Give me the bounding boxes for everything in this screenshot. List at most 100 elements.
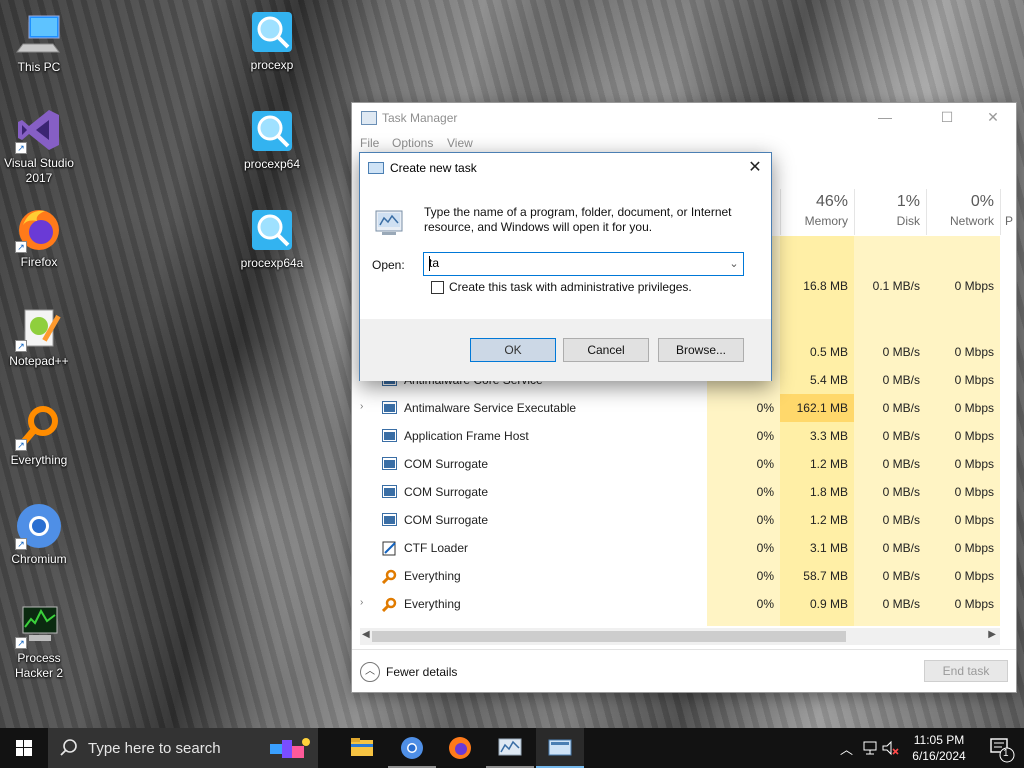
- desktop-icon-visual-studio[interactable]: ↗ Visual Studio 2017: [0, 106, 78, 186]
- window-title: Task Manager: [382, 111, 458, 125]
- ctf-loader-icon: [382, 541, 397, 556]
- shortcut-arrow-icon: ↗: [15, 637, 27, 649]
- cancel-button[interactable]: Cancel: [563, 338, 649, 362]
- clock-date: 6/16/2024: [912, 749, 966, 763]
- desktop-icon-notepadpp[interactable]: ↗ Notepad++: [0, 304, 78, 369]
- action-center-button[interactable]: 1: [980, 728, 1020, 768]
- chevron-up-icon[interactable]: ︿: [360, 662, 380, 682]
- volume-muted-icon[interactable]: [882, 740, 900, 756]
- chromium-icon: ↗: [15, 502, 63, 550]
- everything-icon: [381, 569, 397, 585]
- service-icon: [382, 401, 397, 414]
- minimize-button[interactable]: —: [862, 103, 908, 133]
- shortcut-arrow-icon: ↗: [15, 241, 27, 253]
- desktop-icon-label: procexp64a: [240, 256, 304, 270]
- table-row[interactable]: COM Surrogate 0% 1.8 MB 0 MB/s 0 Mbps: [360, 478, 996, 506]
- file-explorer-icon: [351, 738, 373, 756]
- column-header-power[interactable]: P: [1000, 189, 1016, 235]
- chromium-icon: [401, 737, 423, 759]
- table-row[interactable]: Everything 0% 58.7 MB 0 MB/s 0 Mbps: [360, 562, 996, 590]
- procexp-icon: [248, 8, 296, 56]
- table-row[interactable]: Application Frame Host 0% 3.3 MB 0 MB/s …: [360, 422, 996, 450]
- chevron-down-icon[interactable]: ⌄: [726, 255, 742, 273]
- column-header-disk[interactable]: 1% Disk: [854, 189, 926, 235]
- firefox-icon: [449, 737, 471, 759]
- desktop-icon-this-pc[interactable]: This PC: [0, 10, 78, 75]
- close-icon[interactable]: ✕: [739, 153, 771, 183]
- table-row[interactable]: COM Surrogate 0% 1.2 MB 0 MB/s 0 Mbps: [360, 450, 996, 478]
- shortcut-arrow-icon: ↗: [15, 439, 27, 451]
- table-row[interactable]: › Antimalware Service Executable 0% 162.…: [360, 394, 996, 422]
- taskbar-file-explorer[interactable]: [338, 728, 386, 768]
- start-button[interactable]: [0, 728, 48, 768]
- taskbar-task-manager[interactable]: [486, 728, 534, 768]
- fewer-details-link[interactable]: Fewer details: [386, 665, 457, 679]
- maximize-button[interactable]: ☐: [924, 103, 970, 133]
- taskbar-chromium[interactable]: [388, 728, 436, 768]
- admin-privileges-checkbox[interactable]: [431, 281, 444, 294]
- taskbar-search-box[interactable]: Type here to search: [48, 728, 318, 768]
- network-icon[interactable]: [862, 740, 878, 756]
- menu-view[interactable]: View: [447, 136, 473, 150]
- desktop-icon-procexp64a[interactable]: procexp64a: [233, 206, 311, 271]
- table-row[interactable]: COM Surrogate 0% 1.2 MB 0 MB/s 0 Mbps: [360, 506, 996, 534]
- desktop-icon-label: Visual Studio 2017: [4, 156, 74, 185]
- firefox-icon: ↗: [15, 205, 63, 253]
- chevron-right-icon[interactable]: ›: [360, 401, 370, 412]
- desktop-icon-label: This PC: [17, 60, 61, 74]
- column-header-network[interactable]: 0% Network: [926, 189, 1000, 235]
- menu-file[interactable]: File: [360, 136, 379, 150]
- column-header-memory[interactable]: 46% Memory: [780, 189, 854, 235]
- title-bar[interactable]: Task Manager — ☐ ✕: [352, 103, 1016, 133]
- open-combobox-input[interactable]: ta: [423, 252, 744, 276]
- ok-button[interactable]: OK: [470, 338, 556, 362]
- service-icon: [382, 429, 397, 442]
- scroll-left-icon[interactable]: ◀: [362, 629, 370, 640]
- desktop-icon-label: Notepad++: [9, 354, 69, 368]
- chevron-up-icon[interactable]: ︿: [840, 739, 853, 758]
- dialog-description: Type the name of a program, folder, docu…: [424, 205, 732, 234]
- chevron-right-icon[interactable]: ›: [360, 597, 370, 608]
- desktop-icon-firefox[interactable]: ↗ Firefox: [0, 205, 78, 270]
- admin-privileges-label[interactable]: Create this task with administrative pri…: [449, 280, 692, 294]
- desktop-icon-label: Firefox: [20, 255, 58, 269]
- taskbar-clock[interactable]: 11:05 PM 6/16/2024: [904, 732, 974, 764]
- task-manager-footer: ︿ Fewer details End task: [352, 649, 1016, 693]
- desktop-icon-procexp[interactable]: procexp: [233, 8, 311, 73]
- open-label: Open:: [372, 258, 405, 272]
- search-icon: [60, 739, 77, 756]
- taskbar: Type here to search ︿ 11:05 PM 6/16/2024…: [0, 728, 1024, 768]
- dialog-button-area: OK Cancel Browse...: [360, 319, 771, 381]
- run-icon: [368, 162, 384, 174]
- desktop-icon-process-hacker[interactable]: ↗ Process Hacker 2: [0, 601, 78, 681]
- desktop-icon-everything[interactable]: ↗ Everything: [0, 403, 78, 468]
- table-row[interactable]: › Everything 0% 0.9 MB 0 MB/s 0 Mbps: [360, 590, 996, 618]
- taskbar-create-new-task[interactable]: [536, 728, 584, 768]
- desktop-icon-chromium[interactable]: ↗ Chromium: [0, 502, 78, 567]
- visual-studio-icon: ↗: [15, 106, 63, 154]
- create-new-task-dialog: Create new task ✕ Type the name of a pro…: [359, 152, 772, 381]
- procexp-icon: [248, 107, 296, 155]
- service-icon: [382, 513, 397, 526]
- desktop-icon-label: procexp: [250, 58, 294, 72]
- desktop-icon-label: Chromium: [11, 552, 67, 566]
- horizontal-scrollbar[interactable]: ◀ ▶: [360, 628, 1000, 645]
- end-task-button[interactable]: End task: [924, 660, 1008, 682]
- taskbar-firefox[interactable]: [436, 728, 484, 768]
- desktop-icon-procexp64[interactable]: procexp64: [233, 107, 311, 172]
- everything-icon: [381, 597, 397, 613]
- service-icon: [382, 485, 397, 498]
- scroll-right-icon[interactable]: ▶: [988, 629, 996, 640]
- table-row[interactable]: CTF Loader 0% 3.1 MB 0 MB/s 0 Mbps: [360, 534, 996, 562]
- task-manager-icon: [498, 738, 522, 756]
- dialog-title-bar[interactable]: Create new task ✕: [360, 153, 771, 183]
- scrollbar-thumb[interactable]: [372, 631, 846, 642]
- close-button[interactable]: ✕: [970, 103, 1016, 133]
- text-cursor: [429, 256, 430, 271]
- dialog-title: Create new task: [390, 161, 477, 175]
- menu-options[interactable]: Options: [392, 136, 433, 150]
- procexp-icon: [248, 206, 296, 254]
- browse-button[interactable]: Browse...: [658, 338, 744, 362]
- clock-time: 11:05 PM: [913, 733, 965, 747]
- shortcut-arrow-icon: ↗: [15, 340, 27, 352]
